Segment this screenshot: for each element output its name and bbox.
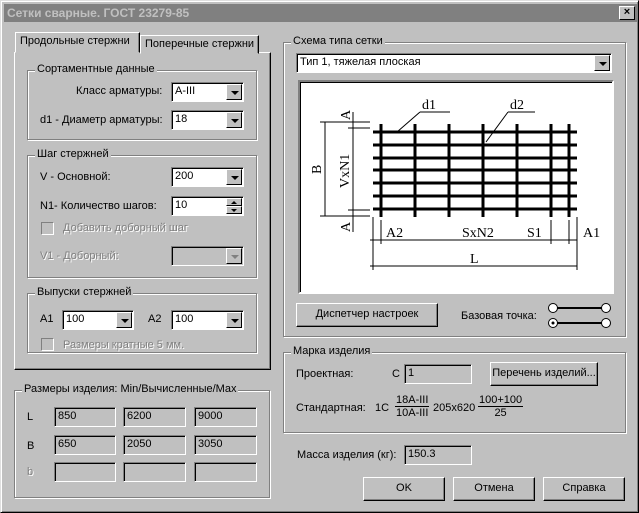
diagram-label-d1: d1 <box>422 98 436 113</box>
main-pitch-select[interactable]: 200 <box>171 167 244 187</box>
standard-mark-dims: 205x620 <box>433 402 476 414</box>
spinner[interactable] <box>226 198 242 214</box>
width-min-field: 650 <box>54 435 116 455</box>
product-list-button[interactable]: Перечень изделий... <box>490 362 598 386</box>
title-bar: Сетки сварные. ГОСТ 23279-85 × <box>4 4 637 22</box>
diameter-select[interactable]: 18 <box>171 110 244 130</box>
size-row-label: B <box>27 440 35 452</box>
diagram-label-A-bottom: A <box>339 221 354 232</box>
size-row-label: b <box>27 466 34 478</box>
outlets-title: Выпуски стержней <box>35 286 134 298</box>
main-pitch-value: 200 <box>175 170 194 182</box>
chevron-down-icon[interactable] <box>226 312 242 328</box>
width-max-field: 3050 <box>194 435 257 455</box>
a1-value: 100 <box>66 313 85 325</box>
rebar-class-select[interactable]: A-III <box>171 82 244 102</box>
mesh-bars <box>373 124 577 217</box>
step-count-stepper[interactable]: 10 <box>171 196 244 216</box>
spin-down-icon[interactable] <box>226 206 242 214</box>
help-button[interactable]: Справка <box>543 477 625 501</box>
size-row-label: L <box>27 411 34 423</box>
add-extra-step-checkbox[interactable] <box>41 222 54 235</box>
width-calc-field: 2050 <box>123 435 186 455</box>
multiple-5mm-checkbox[interactable] <box>41 338 54 351</box>
base-point-radio[interactable] <box>601 318 611 328</box>
mesh-type-value: Тип 1, тяжелая плоская <box>300 56 421 68</box>
cancel-button[interactable]: Отмена <box>453 477 535 501</box>
diagram-label-L: L <box>470 252 479 267</box>
diagram-label-VxN1: VxN1 <box>338 154 353 188</box>
rebar-fraction: 18A-III 10A-III <box>395 394 430 419</box>
fraction-numerator: 18A-III <box>395 394 430 407</box>
a1-label: A1 <box>40 313 54 325</box>
project-mark-label: Проектная: <box>296 368 354 380</box>
mesh-diagram-svg: d1 d2 B VxN1 A A A2 SxN2 S1 A1 L <box>310 98 600 270</box>
length-min-field: 850 <box>54 407 116 427</box>
step-count-value: 10 <box>175 199 188 211</box>
mesh-diagram: d1 d2 B VxN1 A A A2 SxN2 S1 A1 L <box>298 80 614 294</box>
step-count-label: N1- Количество шагов: <box>40 200 157 212</box>
add-extra-step-label: Добавить доборный шаг <box>63 222 188 234</box>
sizes-title: Размеры изделия: Min/Вычисленные/Max <box>22 383 239 395</box>
spin-up-icon[interactable] <box>226 198 242 206</box>
mesh-type-select[interactable]: Тип 1, тяжелая плоская <box>296 53 612 73</box>
main-pitch-label: V - Основной: <box>40 171 111 183</box>
rebar-class-value: A-III <box>175 85 196 97</box>
mark-title: Марка изделия <box>291 345 373 357</box>
b-calc-field <box>123 462 186 482</box>
a2-select[interactable]: 100 <box>171 310 244 330</box>
chevron-down-icon[interactable] <box>226 248 242 264</box>
fraction-numerator: 100+100 <box>478 394 524 407</box>
base-point-radio[interactable] <box>548 303 558 313</box>
extra-pitch-select[interactable] <box>171 246 244 266</box>
settings-manager-button[interactable]: Диспетчер настроек <box>296 303 438 327</box>
window-title: Сетки сварные. ГОСТ 23279-85 <box>7 6 190 20</box>
base-point-radio[interactable] <box>601 303 611 313</box>
fraction-denominator: 25 <box>494 407 507 419</box>
rebar-class-label: Класс арматуры: <box>76 85 163 97</box>
base-point-selector[interactable] <box>546 301 614 331</box>
length-max-field: 9000 <box>194 407 257 427</box>
mass-label: Масса изделия (кг): <box>297 449 397 461</box>
diagram-label-B: B <box>310 165 325 174</box>
pitch-title: Шаг стержней <box>35 148 111 160</box>
diagram-label-S1: S1 <box>527 226 542 241</box>
chevron-down-icon[interactable] <box>594 55 610 71</box>
a2-value: 100 <box>175 313 194 325</box>
b-min-field <box>54 462 116 482</box>
chevron-down-icon[interactable] <box>226 84 242 100</box>
tab-transverse-bars[interactable]: Поперечные стержни <box>140 35 259 54</box>
diagram-label-A2: A2 <box>386 226 403 241</box>
chevron-down-icon[interactable] <box>226 169 242 185</box>
base-point-label: Базовая точка: <box>461 310 537 322</box>
a2-label: A2 <box>148 313 162 325</box>
diagram-label-A-top: A <box>339 109 354 120</box>
extra-pitch-label: V1 - Доборный: <box>40 250 119 262</box>
multiple-5mm-label: Размеры кратные 5 мм. <box>63 339 185 351</box>
a1-select[interactable]: 100 <box>62 310 134 330</box>
diagram-label-d2: d2 <box>510 98 524 113</box>
diagram-label-A1: A1 <box>583 226 600 241</box>
diameter-value: 18 <box>175 113 188 125</box>
chevron-down-icon[interactable] <box>226 112 242 128</box>
length-calc-field: 6200 <box>123 407 186 427</box>
project-mark-field[interactable]: 1 <box>404 364 472 384</box>
ok-button[interactable]: OK <box>363 477 445 501</box>
standard-mark-prefix: 1С <box>375 402 390 414</box>
close-button[interactable]: × <box>619 6 635 20</box>
diameter-label: d1 - Диаметр арматуры: <box>40 114 163 126</box>
standard-mark-label: Стандартная: <box>296 402 366 414</box>
scheme-title: Схема типа сетки <box>291 35 385 47</box>
chevron-down-icon[interactable] <box>116 312 132 328</box>
diagram-label-SxN2: SxN2 <box>462 226 494 241</box>
tab-longitudinal-bars[interactable]: Продольные стержни <box>15 32 140 53</box>
assortment-title: Сортаментные данные <box>35 63 157 75</box>
project-mark-prefix: С <box>392 368 400 380</box>
b-max-field <box>194 462 257 482</box>
mass-field: 150.3 <box>404 445 472 465</box>
outlets-fraction: 100+100 25 <box>478 394 524 419</box>
fraction-denominator: 10A-III <box>396 407 429 419</box>
